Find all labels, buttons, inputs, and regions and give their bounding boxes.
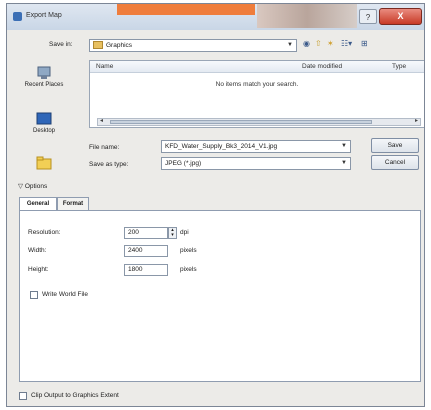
chevron-down-icon[interactable]: ▼: [341, 141, 347, 152]
save-as-type-label: Save as type:: [89, 161, 129, 168]
title-bar-accent: [117, 4, 255, 15]
write-world-file-checkbox[interactable]: [30, 291, 38, 299]
chevron-down-icon[interactable]: ▼: [341, 158, 347, 169]
scroll-left-icon[interactable]: ◂: [100, 117, 103, 124]
close-button[interactable]: X: [379, 8, 422, 25]
export-map-dialog: Export Map ? X Save in: Graphics ▼ ◉ ⇧ ✶…: [6, 3, 425, 407]
clip-output-checkbox[interactable]: [19, 392, 27, 400]
tab-format[interactable]: Format: [57, 197, 89, 211]
chevron-up-icon: ▽: [18, 183, 23, 190]
title-bar-background-image: [257, 4, 357, 28]
window-title: Export Map: [26, 12, 62, 19]
save-in-value: Graphics: [106, 42, 133, 49]
general-tab-panel: Resolution: 200 ▴ ▾ dpi Width: 2400 pixel…: [19, 210, 421, 382]
up-folder-icon[interactable]: ⇧: [315, 39, 322, 49]
chevron-down-icon: ▼: [287, 42, 293, 48]
scrollbar-thumb[interactable]: [110, 120, 372, 124]
empty-message: No items match your search.: [215, 81, 299, 88]
place-recent-places[interactable]: Recent Places: [15, 66, 73, 88]
app-icon: [13, 12, 22, 21]
globe-icon[interactable]: ◉: [303, 39, 310, 49]
width-unit: pixels: [180, 247, 197, 254]
cancel-button[interactable]: Cancel: [371, 155, 419, 170]
file-list-header: Name Date modified Type: [90, 61, 424, 73]
view-menu-icon[interactable]: ☷▾: [341, 39, 352, 49]
places-bar: Recent Places Desktop: [15, 60, 73, 182]
new-folder-icon[interactable]: ✶: [327, 39, 334, 49]
options-toggle[interactable]: ▽ Options: [18, 182, 47, 190]
save-as-type-value: JPEG (*.jpg): [165, 160, 202, 167]
width-input[interactable]: 2400: [124, 245, 168, 257]
place-label: Recent Places: [24, 82, 64, 88]
title-bar: Export Map ? X: [7, 4, 424, 30]
scroll-right-icon[interactable]: ▸: [415, 117, 418, 124]
file-name-value: KFD_Water_Supply_Bk3_2014_V1.jpg: [165, 143, 278, 150]
options-label: Options: [24, 183, 48, 190]
height-input[interactable]: 1800: [124, 264, 168, 276]
width-label: Width:: [28, 247, 47, 254]
write-world-file-label: Write World File: [42, 291, 88, 298]
folder-icon: [36, 156, 52, 170]
save-button[interactable]: Save: [371, 138, 419, 153]
help-button[interactable]: ?: [359, 9, 377, 24]
save-in-label: Save in:: [49, 41, 73, 48]
save-as-type-select[interactable]: JPEG (*.jpg) ▼: [161, 157, 351, 170]
folder-icon: [93, 41, 103, 50]
save-in-combo[interactable]: Graphics ▼: [89, 39, 297, 52]
recent-places-icon: [37, 66, 51, 79]
place-desktop[interactable]: Desktop: [15, 112, 73, 134]
resolution-label: Resolution:: [28, 229, 61, 236]
height-unit: pixels: [180, 266, 197, 273]
file-name-input[interactable]: KFD_Water_Supply_Bk3_2014_V1.jpg ▼: [161, 140, 351, 153]
resolution-unit: dpi: [180, 229, 189, 236]
height-label: Height:: [28, 266, 49, 273]
column-date-modified[interactable]: Date modified: [302, 63, 342, 70]
place-label: Desktop: [32, 128, 55, 134]
desktop-icon: [36, 112, 52, 125]
place-folder[interactable]: [15, 156, 73, 172]
clip-output-label: Clip Output to Graphics Extent: [31, 392, 119, 399]
resolution-input[interactable]: 200: [124, 227, 168, 239]
file-name-label: File name:: [89, 144, 120, 151]
column-name[interactable]: Name: [96, 63, 113, 70]
horizontal-scrollbar[interactable]: ◂ ▸: [97, 118, 421, 126]
connect-folder-icon[interactable]: ⊞: [361, 39, 368, 49]
column-type[interactable]: Type: [392, 63, 406, 70]
resolution-stepper[interactable]: ▴ ▾: [168, 227, 177, 239]
